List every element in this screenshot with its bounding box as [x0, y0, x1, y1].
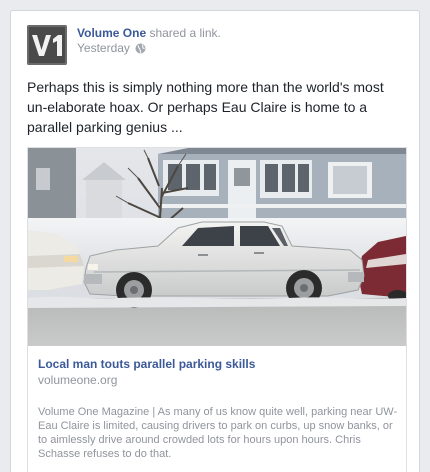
actor-name-link[interactable]: Volume One [77, 26, 146, 40]
page-avatar[interactable] [27, 25, 67, 65]
link-domain: volumeone.org [38, 373, 118, 387]
parked-car-photo [28, 148, 406, 346]
link-attachment[interactable]: Local man touts parallel parking skills … [27, 147, 407, 472]
action-text: shared a link. [146, 26, 221, 40]
feed-story: Volume One shared a link. Yesterday Perh… [10, 10, 420, 472]
link-description: Volume One Magazine | As many of us know… [38, 406, 398, 460]
story-header: Volume One shared a link. [77, 26, 221, 41]
timestamp-link[interactable]: Yesterday [77, 41, 130, 56]
post-message: Perhaps this is simply nothing more than… [27, 79, 384, 135]
link-title[interactable]: Local man touts parallel parking skills [38, 357, 398, 372]
globe-icon[interactable] [135, 43, 146, 54]
story-meta: Yesterday [77, 41, 146, 56]
link-details: Local man touts parallel parking skills … [38, 357, 398, 461]
volume-one-logo-icon [27, 25, 67, 65]
link-preview-image[interactable] [28, 148, 406, 346]
